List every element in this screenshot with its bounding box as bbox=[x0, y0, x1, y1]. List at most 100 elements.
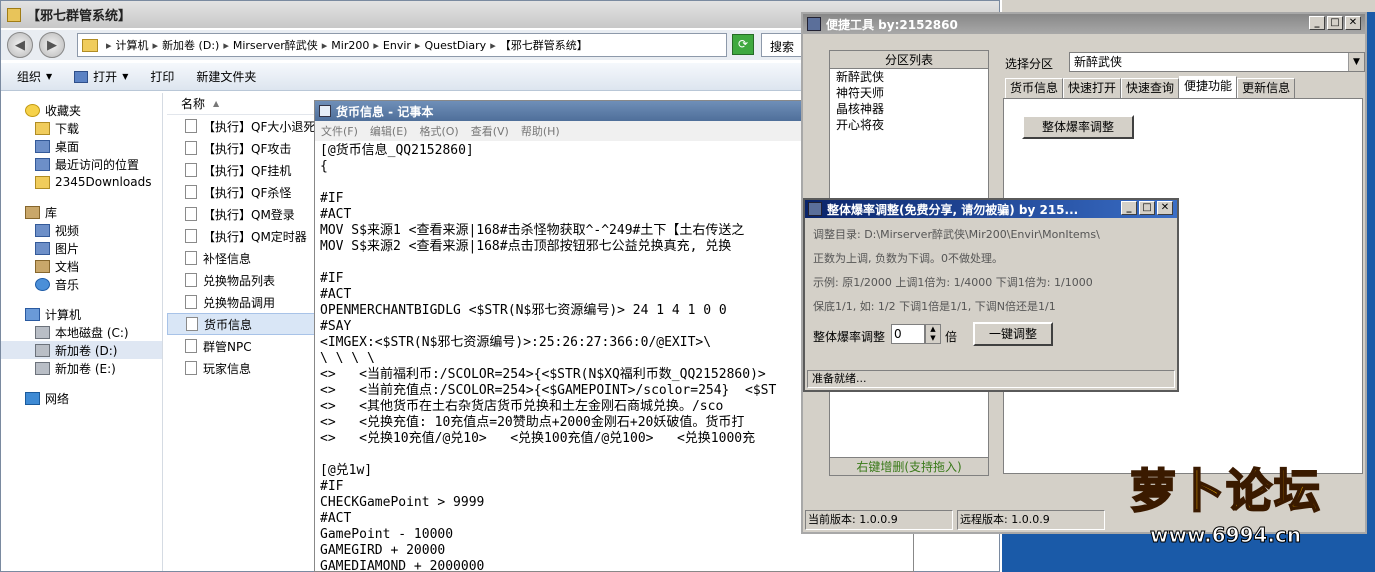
breadcrumb-item[interactable]: Mir200 bbox=[331, 39, 369, 52]
file-row[interactable]: 【执行】QM定时器 bbox=[167, 225, 317, 247]
file-row[interactable]: 兑换物品调用 bbox=[167, 291, 317, 313]
breadcrumb-item[interactable]: QuestDiary bbox=[424, 39, 486, 52]
select-partition-label: 选择分区 bbox=[1005, 57, 1054, 71]
nav-network-head[interactable]: 网络 bbox=[1, 389, 162, 407]
nav-item-desktop[interactable]: 桌面 bbox=[1, 137, 162, 155]
nav-label: 最近访问的位置 bbox=[55, 157, 140, 172]
nav-label: 文档 bbox=[55, 259, 80, 274]
print-button[interactable]: 打印 bbox=[150, 68, 174, 85]
chevron-down-icon[interactable]: ▼ bbox=[1348, 53, 1364, 71]
nav-item-music[interactable]: 音乐 bbox=[1, 275, 162, 293]
menu-help[interactable]: 帮助(H) bbox=[521, 123, 560, 139]
document-icon bbox=[35, 259, 50, 273]
breadcrumb-item[interactable]: Envir bbox=[383, 39, 411, 52]
minimize-button[interactable]: _ bbox=[1309, 16, 1325, 30]
file-row[interactable]: 补怪信息 bbox=[167, 247, 317, 269]
file-row-selected[interactable]: 货币信息 bbox=[167, 313, 317, 335]
minimize-button[interactable]: _ bbox=[1121, 201, 1137, 215]
nav-computer-head[interactable]: 计算机 bbox=[1, 305, 162, 323]
back-button[interactable]: ◀ bbox=[7, 32, 33, 58]
apply-adjust-button[interactable]: 一键调整 bbox=[973, 322, 1053, 346]
close-button[interactable]: ✕ bbox=[1345, 16, 1361, 30]
notepad-title: 货币信息 - 记事本 bbox=[336, 104, 434, 119]
partition-item[interactable]: 晶核神器 bbox=[830, 101, 988, 117]
address-bar[interactable]: ▸ 计算机 ▸ 新加卷 (D:) ▸ Mirserver醉武侠 ▸ Mir200 ▸ En… bbox=[77, 33, 727, 57]
file-row[interactable]: 【执行】QF大小退死 bbox=[167, 115, 317, 137]
partition-item[interactable]: 开心将夜 bbox=[830, 117, 988, 133]
breadcrumb-item[interactable]: Mirserver醉武侠 bbox=[233, 37, 318, 53]
menu-format[interactable]: 格式(O) bbox=[419, 123, 458, 139]
file-row[interactable]: 【执行】QF攻击 bbox=[167, 137, 317, 159]
nav-favorites-head[interactable]: 收藏夹 bbox=[1, 101, 162, 119]
file-name: 兑换物品调用 bbox=[203, 295, 276, 310]
nav-label: 计算机 bbox=[45, 307, 82, 322]
forward-button[interactable]: ▶ bbox=[39, 32, 65, 58]
close-button[interactable]: ✕ bbox=[1157, 201, 1173, 215]
file-row[interactable]: 【执行】QM登录 bbox=[167, 203, 317, 225]
nav-computer: 计算机 本地磁盘 (C:) 新加卷 (D:) 新加卷 (E:) bbox=[1, 305, 162, 377]
nav-item-videos[interactable]: 视频 bbox=[1, 221, 162, 239]
menu-edit[interactable]: 编辑(E) bbox=[370, 123, 408, 139]
app-icon bbox=[808, 202, 822, 216]
partition-item[interactable]: 新醉武侠 bbox=[830, 69, 988, 85]
overall-rate-button[interactable]: 整体爆率调整 bbox=[1022, 115, 1134, 139]
rate-dialog-titlebar: 整体爆率调整(免费分享, 请勿被骗) by 215... _ □ ✕ bbox=[805, 200, 1177, 218]
nav-item-drive-e[interactable]: 新加卷 (E:) bbox=[1, 359, 162, 377]
nav-item-documents[interactable]: 文档 bbox=[1, 257, 162, 275]
partition-list-footer: 右键增删(支持拖入) bbox=[830, 457, 988, 475]
breadcrumb-item[interactable]: 计算机 bbox=[116, 37, 149, 53]
menu-view[interactable]: 查看(V) bbox=[471, 123, 509, 139]
file-row[interactable]: 玩家信息 bbox=[167, 357, 317, 379]
hint-example: 示例: 原1/2000 上调1倍为: 1/4000 下调1倍为: 1/1000 bbox=[813, 276, 1093, 289]
nav-item-recent[interactable]: 最近访问的位置 bbox=[1, 155, 162, 173]
file-list: 名称 ▲ 【执行】QF大小退死 【执行】QF攻击 【执行】QF挂机 【执行】QF杀… bbox=[167, 93, 317, 571]
file-name: 【执行】QM登录 bbox=[203, 207, 295, 222]
maximize-button[interactable]: □ bbox=[1139, 201, 1155, 215]
file-icon bbox=[185, 251, 197, 265]
nav-network: 网络 bbox=[1, 389, 162, 407]
tab-update-info[interactable]: 更新信息 bbox=[1237, 78, 1296, 98]
window-controls: _ □ ✕ bbox=[1121, 201, 1173, 215]
breadcrumb-item[interactable]: 新加卷 (D:) bbox=[162, 37, 219, 53]
notepad-icon bbox=[319, 105, 331, 117]
partition-item[interactable]: 神符天师 bbox=[830, 85, 988, 101]
tab-convenience[interactable]: 便捷功能 bbox=[1179, 76, 1238, 98]
nav-item-downloads[interactable]: 下载 bbox=[1, 119, 162, 137]
nav-favorites: 收藏夹 下载 桌面 最近访问的位置 2345Downloads bbox=[1, 101, 162, 191]
new-folder-label: 新建文件夹 bbox=[196, 70, 257, 84]
tab-quick-open[interactable]: 快速打开 bbox=[1063, 78, 1122, 98]
open-menu[interactable]: 打开 ▼ bbox=[74, 68, 128, 85]
nav-item-2345downloads[interactable]: 2345Downloads bbox=[1, 173, 162, 191]
nav-label: 桌面 bbox=[55, 139, 80, 154]
breadcrumb-separator: ▸ bbox=[373, 38, 379, 52]
tab-currency-info[interactable]: 货币信息 bbox=[1005, 78, 1064, 98]
quick-tools-title: 便捷工具 by:2152860 bbox=[826, 17, 958, 32]
rate-input[interactable]: 0 bbox=[891, 324, 925, 344]
breadcrumb-item[interactable]: 【邪七群管系统】 bbox=[500, 37, 588, 53]
nav-item-drive-d[interactable]: 新加卷 (D:) bbox=[1, 341, 162, 359]
nav-item-pictures[interactable]: 图片 bbox=[1, 239, 162, 257]
video-icon bbox=[35, 223, 50, 237]
file-row[interactable]: 兑换物品列表 bbox=[167, 269, 317, 291]
nav-label: 图片 bbox=[55, 241, 80, 256]
column-header-name[interactable]: 名称 ▲ bbox=[167, 93, 317, 115]
file-icon bbox=[186, 317, 198, 331]
rate-stepper[interactable]: ▲ ▼ bbox=[925, 324, 941, 344]
file-row[interactable]: 【执行】QF杀怪 bbox=[167, 181, 317, 203]
file-row[interactable]: 【执行】QF挂机 bbox=[167, 159, 317, 181]
tab-quick-query[interactable]: 快速查询 bbox=[1121, 78, 1180, 98]
new-folder-button[interactable]: 新建文件夹 bbox=[196, 68, 256, 85]
nav-libraries-head[interactable]: 库 bbox=[1, 203, 162, 221]
breadcrumb-separator: ▸ bbox=[223, 38, 229, 52]
organize-menu[interactable]: 组织 ▼ bbox=[17, 68, 52, 85]
spin-up-icon[interactable]: ▲ bbox=[930, 325, 935, 333]
partition-select[interactable]: 新醉武侠 ▼ bbox=[1069, 52, 1365, 72]
menu-file[interactable]: 文件(F) bbox=[321, 123, 358, 139]
nav-label: 视频 bbox=[55, 223, 80, 238]
maximize-button[interactable]: □ bbox=[1327, 16, 1343, 30]
nav-label: 库 bbox=[45, 205, 58, 220]
spin-down-icon[interactable]: ▼ bbox=[930, 334, 935, 342]
nav-item-drive-c[interactable]: 本地磁盘 (C:) bbox=[1, 323, 162, 341]
file-row[interactable]: 群管NPC bbox=[167, 335, 317, 357]
refresh-button[interactable]: ⟳ bbox=[732, 34, 754, 55]
